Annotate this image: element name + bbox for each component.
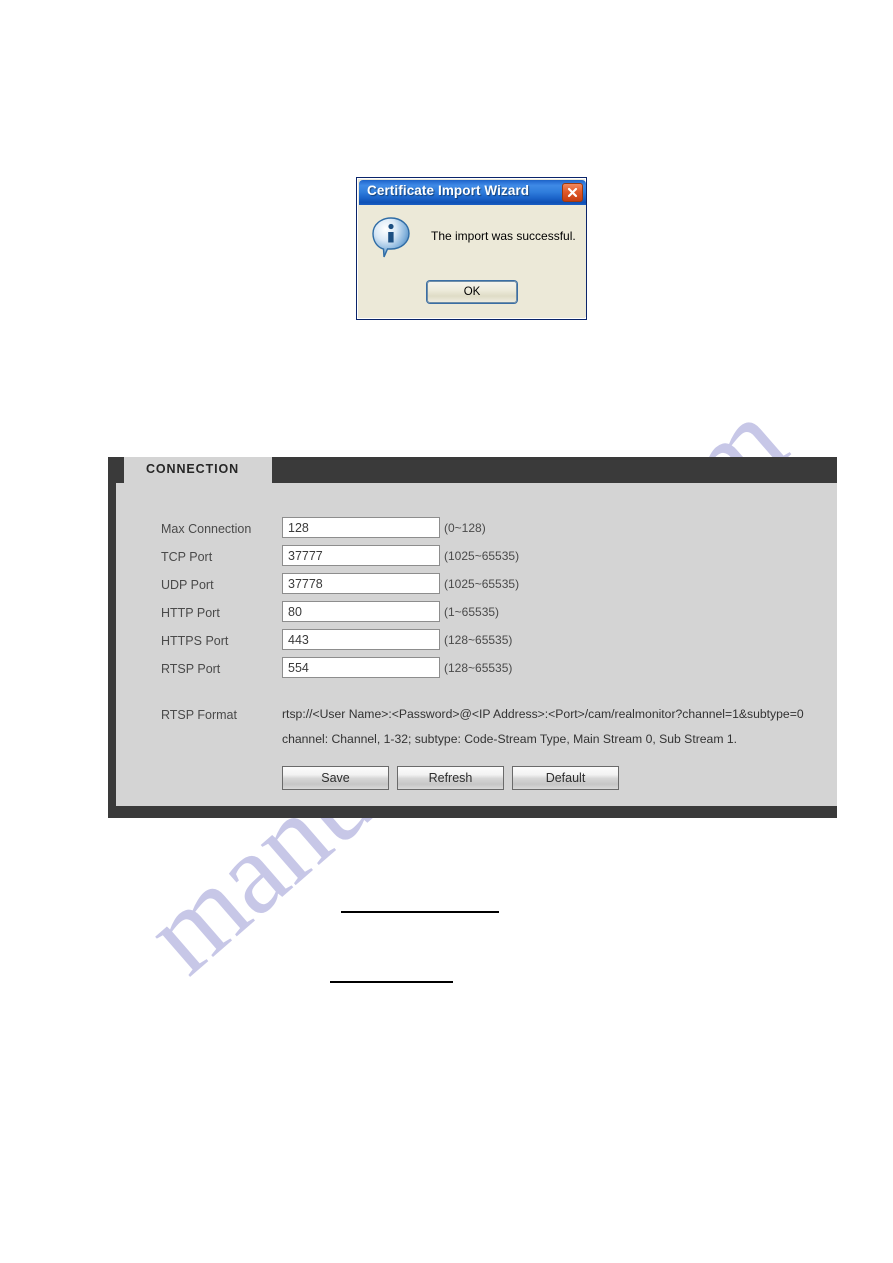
close-icon[interactable] bbox=[562, 183, 583, 202]
form-row-udp-port: UDP Port (1025~65535) bbox=[116, 573, 837, 601]
form-row-rtsp-format: RTSP Format rtsp://<User Name>:<Password… bbox=[116, 705, 837, 761]
default-button[interactable]: Default bbox=[512, 766, 619, 790]
hint-https-port: (128~65535) bbox=[444, 633, 513, 647]
refresh-button[interactable]: Refresh bbox=[397, 766, 504, 790]
input-tcp-port[interactable] bbox=[282, 545, 440, 566]
form-row-rtsp-port: RTSP Port (128~65535) bbox=[116, 657, 837, 685]
input-max-connection[interactable] bbox=[282, 517, 440, 538]
save-button[interactable]: Save bbox=[282, 766, 389, 790]
dialog-title: Certificate Import Wizard bbox=[367, 183, 530, 198]
panel-header-bar: CONNECTION bbox=[116, 457, 837, 483]
dialog-body: The import was successful. OK bbox=[359, 205, 586, 317]
rtsp-format-note: channel: Channel, 1-32; subtype: Code-St… bbox=[282, 732, 738, 746]
horizontal-rule-upper bbox=[341, 911, 499, 913]
form-row-tcp-port: TCP Port (1025~65535) bbox=[116, 545, 837, 573]
form-row-https-port: HTTPS Port (128~65535) bbox=[116, 629, 837, 657]
connection-panel: CONNECTION Max Connection (0~128) TCP Po… bbox=[108, 457, 837, 818]
hint-rtsp-port: (128~65535) bbox=[444, 661, 513, 675]
form-row-max-connection: Max Connection (0~128) bbox=[116, 517, 837, 545]
ok-button[interactable]: OK bbox=[427, 281, 517, 303]
info-icon bbox=[371, 217, 411, 259]
connection-form: Max Connection (0~128) TCP Port (1025~65… bbox=[116, 483, 837, 806]
label-rtsp-format: RTSP Format bbox=[161, 708, 237, 722]
dialog-message: The import was successful. bbox=[431, 229, 576, 243]
panel-button-row: Save Refresh Default bbox=[116, 766, 837, 794]
hint-max-connection: (0~128) bbox=[444, 521, 486, 535]
tab-connection[interactable]: CONNECTION bbox=[124, 457, 272, 483]
hint-http-port: (1~65535) bbox=[444, 605, 500, 619]
hint-udp-port: (1025~65535) bbox=[444, 577, 520, 591]
input-http-port[interactable] bbox=[282, 601, 440, 622]
hint-tcp-port: (1025~65535) bbox=[444, 549, 520, 563]
rtsp-format-url: rtsp://<User Name>:<Password>@<IP Addres… bbox=[282, 707, 804, 721]
certificate-import-wizard-dialog: Certificate Import Wizard The import was… bbox=[356, 177, 587, 320]
tab-connection-label: CONNECTION bbox=[146, 462, 240, 476]
input-udp-port[interactable] bbox=[282, 573, 440, 594]
form-row-http-port: HTTP Port (1~65535) bbox=[116, 601, 837, 629]
input-rtsp-port[interactable] bbox=[282, 657, 440, 678]
input-https-port[interactable] bbox=[282, 629, 440, 650]
dialog-titlebar: Certificate Import Wizard bbox=[359, 180, 586, 205]
panel-footer-bar bbox=[116, 806, 837, 818]
horizontal-rule-lower bbox=[330, 981, 453, 983]
